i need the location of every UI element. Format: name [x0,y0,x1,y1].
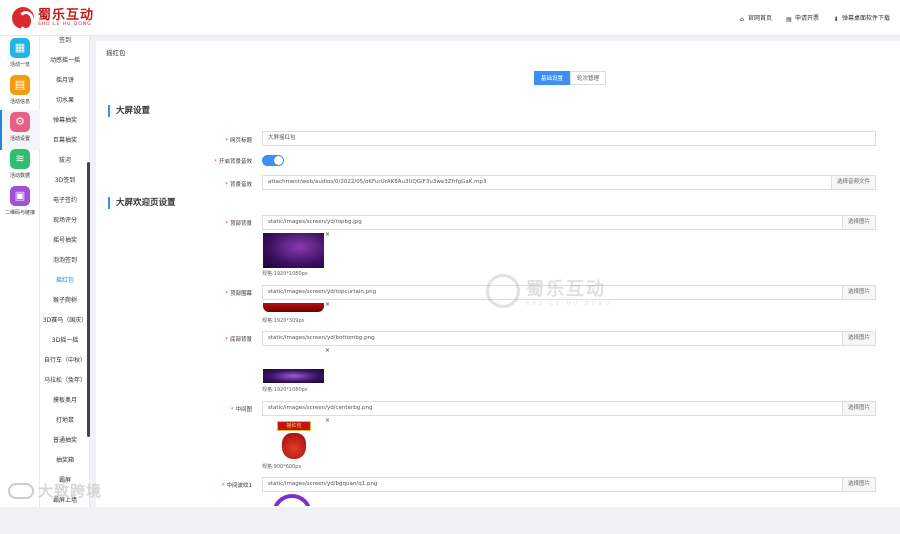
sidebar-sub-item[interactable]: 打地鼠 [40,411,89,431]
center-img-preview: 摇红包 [269,421,319,461]
sidebar-item-data[interactable]: ≋ 活动数据 [0,147,40,187]
center-ring-preview [272,494,312,506]
primary-sidebar: ▦ 活动一览 ▤ 活动信息 ⚙ 活动设置 ≋ 活动数据 ▣ 二维码与链接 [0,36,40,507]
link-home[interactable]: ⌂ 官网首页 [739,13,772,23]
top-curtain-preview [263,303,324,312]
sidebar-sub-item-active[interactable]: 摇红包 [40,271,89,291]
watermark-icon [486,274,520,308]
download-icon: ⬇ [833,16,839,23]
link-invoice[interactable]: ▤ 申请开票 [786,13,819,23]
section-title-big-screen: 大屏设置 [108,105,150,117]
top-links: ⌂ 官网首页 ▤ 申请开票 ⬇ 弹幕桌面软件下载 [739,13,890,23]
sidebar-sub-item[interactable]: 摇月饼 [40,71,89,91]
red-envelope-icon [282,433,306,459]
sidebar-scrollbar[interactable] [87,162,90,437]
logo-text: 蜀乐互动 [38,7,95,23]
sidebar-sub-item[interactable]: 现场评分 [40,211,89,231]
breadcrumb: 摇红包 [106,49,126,57]
sidebar-item-info[interactable]: ▤ 活动信息 [0,73,40,113]
sidebar-item-activities[interactable]: ▦ 活动一览 [0,36,40,76]
choose-image-button[interactable]: 选择图片 [841,215,876,230]
field-label: * 中间波纹1 [221,483,252,489]
choose-image-button[interactable]: 选择图片 [841,401,876,416]
choose-image-button[interactable]: 选择图片 [841,331,876,346]
grid-icon: ▦ [10,38,30,58]
secondary-sidebar: 签到 动感摇一摇 摇月饼 切水果 弹幕抽奖 巨幕抽奖 拔河 3D签到 电子签约 … [40,36,90,507]
field-label: * 网页标题 [225,138,252,144]
sidebar-sub-item[interactable]: 签到 [40,36,89,51]
sidebar-sub-item[interactable]: 马拉松（兔年） [40,371,89,391]
top-bg-input[interactable]: static/images/screen/yd/topbg.jpg 选择图片 [262,215,876,230]
sidebar-sub-item[interactable]: 切水果 [40,91,89,111]
size-hint: 规格:900*600px [262,464,302,470]
bgm-toggle[interactable] [262,155,284,166]
sidebar-sub-item[interactable]: 泡泡签到 [40,251,89,271]
choose-image-button[interactable]: 选择图片 [841,285,876,300]
field-label: * 顶部背景 [225,221,252,227]
sidebar-sub-item[interactable]: 动感摇一摇 [40,51,89,71]
page-title-input[interactable]: 大屏摇红包 [262,131,876,146]
center-banner: 摇红包 [277,421,311,431]
bottom-bg-input[interactable]: static/images/screen/yd/bottombg.png 选择图片 [262,331,876,346]
document-icon: ▤ [786,16,792,23]
file-icon: ▤ [10,75,30,95]
sidebar-sub-item[interactable]: 弹幕抽奖 [40,111,89,131]
bgm-path-input[interactable]: attachment/web/audios/0/2022/05/oKFurUrA… [262,175,876,190]
qrcode-icon: ▣ [10,186,30,206]
sidebar-sub-item[interactable]: 普通抽奖 [40,431,89,451]
sidebar-sub-item[interactable]: 猴子爬树 [40,291,89,311]
logo-subtext: SHU LE HU DONG [38,21,92,27]
field-label: * 开启背景音效 [214,159,252,165]
size-hint: 规格:1920*1080px [262,271,308,277]
sidebar-sub-item[interactable]: 电子签约 [40,191,89,211]
logo-mark-icon [12,7,34,31]
home-icon: ⌂ [740,16,744,23]
center-img-input[interactable]: static/images/screen/yd/centerbg.png 选择图片 [262,401,876,416]
choose-audio-button[interactable]: 选择音频文件 [830,175,876,190]
tab-rounds[interactable]: 轮次管理 [570,71,607,85]
field-label: * 底部背景 [225,337,252,343]
sidebar-sub-item[interactable]: 3D签到 [40,171,89,191]
sidebar-sub-item[interactable]: 巨幕抽奖 [40,131,89,151]
watermark-icon [8,482,34,499]
database-icon: ≋ [10,149,30,169]
field-label: * 中间图 [230,407,252,413]
remove-icon[interactable]: × [325,301,330,308]
sidebar-sub-item[interactable]: 3D摇一摇 [40,331,89,351]
watermark-logo: 蜀乐互动 SHU LE HU DONG [486,274,612,308]
sidebar-item-qrcode[interactable]: ▣ 二维码与链接 [0,184,40,224]
field-label: * 背景音效 [225,182,252,188]
top-bg-preview [263,233,324,268]
size-hint: 规格:1920*1080px [262,387,308,393]
sidebar-sub-item[interactable]: 拔河 [40,151,89,171]
sidebar-sub-item[interactable]: 3D赛马（国庆） [40,311,89,331]
tab-basic-settings[interactable]: 基础设置 [534,71,571,85]
link-download[interactable]: ⬇ 弹幕桌面软件下载 [833,13,890,23]
sidebar-sub-item[interactable]: 摇号抽奖 [40,231,89,251]
remove-icon[interactable]: × [325,417,330,424]
sidebar-sub-item[interactable]: 摸板奥月 [40,391,89,411]
sidebar-sub-item[interactable]: 自行车（中秋） [40,351,89,371]
main-panel: 摇红包 基础设置 轮次管理 大屏设置 * 网页标题 大屏摇红包 * 开启背景音效 *… [96,41,900,507]
choose-image-button[interactable]: 选择图片 [841,477,876,492]
remove-icon[interactable]: × [325,347,330,354]
corner-watermark: 大致跨境 [8,480,102,501]
top-bar: 蜀乐互动 SHU LE HU DONG ⌂ 官网首页 ▤ 申请开票 ⬇ 弹幕桌面软件下… [0,0,900,36]
size-hint: 规格:1920*309px [262,318,305,324]
remove-icon[interactable]: × [325,231,330,238]
sidebar-item-settings[interactable]: ⚙ 活动设置 [0,110,40,150]
tab-bar: 基础设置 轮次管理 [534,71,607,85]
gear-icon: ⚙ [10,112,30,132]
field-label: * 顶部围幕 [225,291,252,297]
brand-logo[interactable]: 蜀乐互动 SHU LE HU DONG [12,6,95,31]
section-title-welcome: 大屏欢迎页设置 [108,197,176,209]
bottom-bg-preview [263,369,324,383]
center-ring-input[interactable]: static/images/screen/yd/bgquan/q1.png 选择图… [262,477,876,492]
sidebar-sub-item[interactable]: 抽奖箱 [40,451,89,471]
